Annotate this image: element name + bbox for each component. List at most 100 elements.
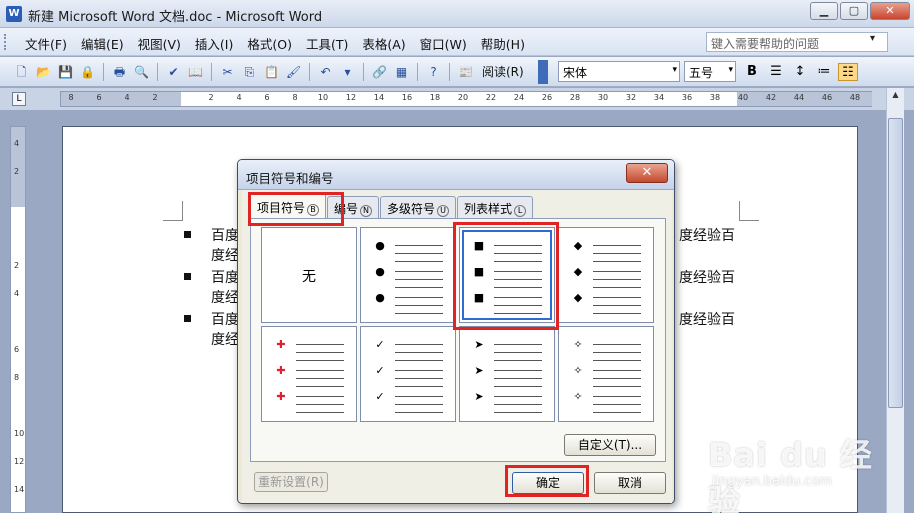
bullet-option-check[interactable]: ✓ ✓ ✓ — [360, 326, 456, 422]
preview-line — [494, 352, 542, 353]
round-bullet-icon: ● — [375, 239, 385, 252]
menu-table[interactable]: 表格(A) — [355, 34, 412, 53]
toolbar-separator — [449, 63, 450, 81]
horizontal-ruler[interactable]: 8 6 4 2 2 4 6 8 10 12 14 16 18 20 22 24 … — [60, 91, 872, 107]
menu-view[interactable]: 视图(V) — [131, 34, 188, 53]
paste-icon[interactable]: 📋 — [262, 63, 281, 81]
preview-line — [296, 360, 344, 361]
bullet-option-colored-cross[interactable]: ✚ ✚ ✚ — [261, 326, 357, 422]
scroll-up-icon[interactable]: ▲ — [888, 90, 903, 106]
menu-help[interactable]: 帮助(H) — [474, 34, 532, 53]
menu-items: 文件(F) 编辑(E) 视图(V) 插入(I) 格式(O) 工具(T) 表格(A… — [18, 34, 532, 53]
customize-button[interactable]: 自定义(T)... — [564, 434, 656, 456]
ruler-number: 6 — [96, 93, 102, 102]
vertical-ruler[interactable]: 4 2 2 4 6 8 10 12 14 — [10, 126, 26, 513]
doc-line-start[interactable]: 百度 — [211, 309, 239, 329]
research-icon[interactable]: 📖 — [186, 63, 205, 81]
tab-list-styles[interactable]: 列表样式 L — [457, 196, 534, 218]
doc-line-cont[interactable]: 度经 — [211, 287, 239, 307]
colored-cross-bullet-icon: ✚ — [276, 390, 286, 403]
open-folder-icon[interactable]: 📂 — [34, 63, 53, 81]
new-document-icon[interactable]: 🗋 — [12, 63, 31, 81]
preview-line — [593, 245, 641, 246]
print-preview-icon[interactable]: 🔍 — [132, 63, 151, 81]
menu-edit[interactable]: 编辑(E) — [74, 34, 131, 53]
preview-line — [494, 360, 542, 361]
doc-line-cont[interactable]: 度经 — [211, 329, 239, 349]
tab-selector-icon[interactable]: L — [12, 92, 26, 106]
arrow-bullet-icon: ➤ — [474, 338, 484, 351]
colored-cross-bullet-icon: ✚ — [276, 338, 286, 351]
ruler-number: 20 — [457, 93, 469, 102]
menu-insert[interactable]: 插入(I) — [188, 34, 240, 53]
round-bullet-icon: ● — [375, 265, 385, 278]
bullet-option-diamond[interactable]: ◆ ◆ ◆ — [558, 227, 654, 323]
hyperlink-icon[interactable]: 🔗 — [370, 63, 389, 81]
bullet-option-none[interactable]: 无 — [261, 227, 357, 323]
minimize-button[interactable]: ▁ — [810, 2, 838, 20]
doc-line-start[interactable]: 百度 — [211, 225, 239, 245]
preview-line — [593, 378, 641, 379]
format-painter-icon[interactable]: 🖌 — [284, 63, 303, 81]
undo-dropdown-icon[interactable]: ▾ — [338, 63, 357, 81]
preview-line — [395, 370, 443, 371]
font-size-select[interactable]: 五号 ▾ — [684, 61, 736, 82]
ruler-number: 8 — [292, 93, 298, 102]
permission-icon[interactable]: 🔒 — [78, 63, 97, 81]
copy-icon[interactable]: ⎘ — [240, 63, 259, 81]
print-icon[interactable]: 🖶 — [110, 63, 129, 81]
vruler-number: 2 — [14, 261, 20, 270]
dialog-title-bar[interactable]: 项目符号和编号 ✕ — [238, 160, 674, 190]
doc-line-end[interactable]: 度经验百 — [679, 309, 735, 329]
spelling-icon[interactable]: ✔ — [164, 63, 183, 81]
reading-layout-icon[interactable]: 📰 — [456, 63, 475, 81]
line-spacing-icon[interactable]: ↕ — [790, 63, 810, 81]
menu-format[interactable]: 格式(O) — [240, 34, 299, 53]
bullet-option-star[interactable]: ✧ ✧ ✧ — [558, 326, 654, 422]
numbering-icon[interactable]: ≔ — [814, 63, 834, 81]
help-search-input[interactable]: 键入需要帮助的问题 — [706, 32, 888, 52]
toolbar-separator — [363, 63, 364, 81]
help-icon[interactable]: ? — [424, 63, 443, 81]
watermark-main-text: Bai du 经验 — [708, 436, 873, 513]
font-name-dropdown-icon[interactable]: ▾ — [672, 65, 677, 75]
table-icon[interactable]: ▦ — [392, 63, 411, 81]
toolbar-separator — [103, 63, 104, 81]
tab-multilevel[interactable]: 多级符号 U — [380, 196, 457, 218]
dialog-close-button[interactable]: ✕ — [626, 163, 668, 183]
scroll-thumb[interactable] — [888, 118, 903, 408]
check-bullet-icon: ✓ — [375, 390, 385, 403]
menubar-grip-icon[interactable] — [4, 34, 7, 50]
menu-file[interactable]: 文件(F) — [18, 34, 74, 53]
watermark-url-text: jingyan.baidu.com — [712, 474, 832, 489]
bold-button[interactable]: B — [742, 63, 762, 81]
bullet-option-arrow[interactable]: ➤ ➤ ➤ — [459, 326, 555, 422]
word-app-icon[interactable]: W — [6, 6, 22, 22]
font-size-dropdown-icon[interactable]: ▾ — [728, 65, 733, 75]
toolbar-overflow-handle[interactable] — [538, 60, 548, 84]
cut-icon[interactable]: ✂ — [218, 63, 237, 81]
preview-line — [593, 396, 641, 397]
doc-line-start[interactable]: 百度 — [211, 267, 239, 287]
bullet-option-round[interactable]: ● ● ● — [360, 227, 456, 323]
reading-layout-button[interactable]: 阅读(R) — [478, 63, 528, 81]
doc-line-end[interactable]: 度经验百 — [679, 267, 735, 287]
save-icon[interactable]: 💾 — [56, 63, 75, 81]
preview-line — [395, 386, 443, 387]
doc-line-end[interactable]: 度经验百 — [679, 225, 735, 245]
menu-window[interactable]: 窗口(W) — [413, 34, 474, 53]
font-name-select[interactable]: 宋体 ▾ — [558, 61, 680, 82]
undo-icon[interactable]: ↶ — [316, 63, 335, 81]
maximize-button[interactable]: ▢ — [840, 2, 868, 20]
ruler-number: 14 — [373, 93, 385, 102]
cancel-button[interactable]: 取消 — [594, 472, 666, 494]
annotation-box-square-bullet — [453, 222, 559, 330]
menu-tools[interactable]: 工具(T) — [299, 34, 355, 53]
doc-line-cont[interactable]: 度经 — [211, 245, 239, 265]
preview-line — [296, 404, 344, 405]
close-window-button[interactable]: ✕ — [870, 2, 910, 20]
align-center-icon[interactable]: ☰ — [766, 63, 786, 81]
preview-line — [593, 412, 641, 413]
bullets-icon[interactable]: ☷ — [838, 63, 858, 81]
help-dropdown-icon[interactable]: ▾ — [870, 33, 875, 44]
